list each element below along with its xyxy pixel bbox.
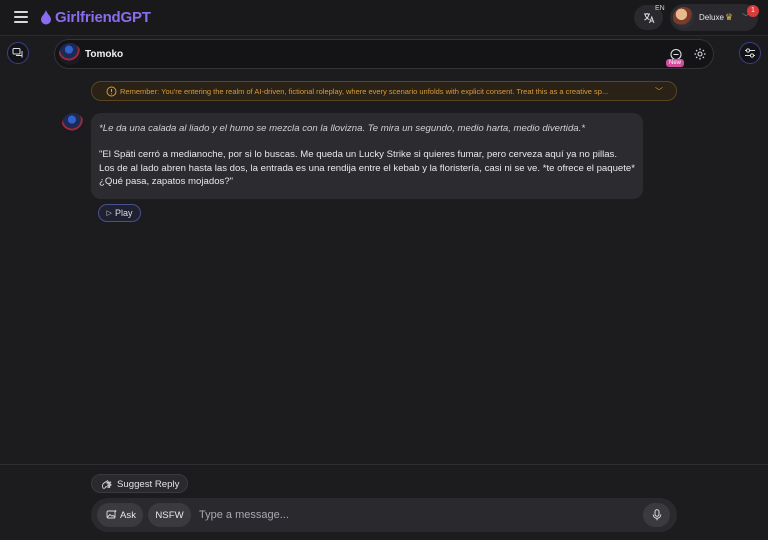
divider — [0, 464, 768, 465]
play-icon: ▷ — [106, 210, 112, 217]
message-text: "El Späti cerró a medianoche, por si lo … — [99, 149, 635, 187]
chats-button[interactable] — [7, 42, 29, 64]
image-sparkle-icon — [106, 509, 117, 519]
new-badge: New — [666, 59, 685, 67]
translate-icon — [643, 12, 654, 23]
ask-label: Ask — [120, 510, 136, 521]
character-header: Tomoko New — [54, 39, 714, 69]
hamburger-icon[interactable] — [14, 11, 28, 23]
message-action: *Le da una calada al liado y el humo se … — [99, 123, 586, 134]
language-code: EN — [655, 5, 665, 12]
info-circle-icon — [106, 86, 117, 97]
nsfw-button[interactable]: NSFW — [148, 503, 191, 527]
message-bubble: *Le da una calada al liado y el humo se … — [91, 113, 643, 199]
ask-button[interactable]: Ask — [97, 503, 143, 527]
gear-icon[interactable] — [693, 47, 707, 61]
message-input[interactable] — [199, 505, 629, 525]
notification-badge: 1 — [747, 5, 759, 17]
plan-label: Deluxe — [699, 13, 724, 22]
flame-drop-icon — [41, 10, 51, 25]
character-name[interactable]: Tomoko — [85, 49, 123, 60]
avatar — [673, 7, 694, 28]
suggest-reply-button[interactable]: Suggest Reply — [91, 474, 188, 493]
sliders-icon — [745, 48, 755, 58]
top-bar: GirlfriendGPT EN Deluxe ♛ ﹀ 1 — [0, 0, 768, 36]
logo[interactable]: GirlfriendGPT — [40, 9, 151, 26]
message-avatar — [62, 113, 84, 135]
play-label: Play — [114, 208, 133, 218]
disclaimer-text: Remember: You're entering the realm of A… — [120, 87, 609, 96]
suggest-reply-label: Suggest Reply — [117, 479, 180, 490]
profile-button[interactable]: Deluxe ♛ ﹀ — [670, 4, 758, 31]
microphone-icon — [652, 509, 661, 521]
chevron-down-icon[interactable]: ﹀ — [655, 86, 663, 97]
chat-bubbles-icon — [12, 48, 23, 58]
logo-text: GirlfriendGPT — [55, 9, 151, 26]
disclaimer-banner[interactable]: Remember: You're entering the realm of A… — [91, 81, 677, 101]
microphone-button[interactable] — [643, 503, 670, 527]
crown-icon: ♛ — [725, 12, 734, 22]
composer: Ask NSFW — [91, 498, 677, 532]
hand-wave-icon — [102, 480, 112, 489]
play-button[interactable]: ▷ Play — [98, 204, 141, 222]
filters-button[interactable] — [739, 42, 761, 64]
character-avatar[interactable] — [59, 43, 81, 65]
nsfw-label: NSFW — [155, 510, 184, 521]
